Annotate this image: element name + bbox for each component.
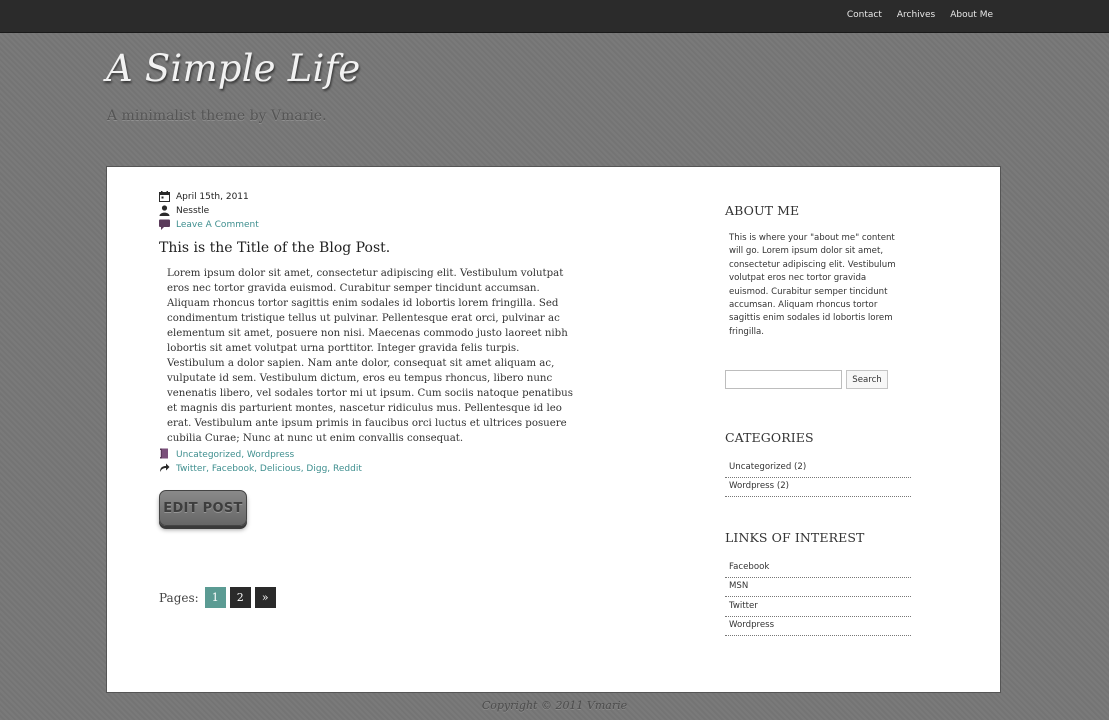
site-tagline: A minimalist theme by Vmarie. <box>107 108 327 124</box>
link-item[interactable]: Wordpress <box>725 617 911 636</box>
post-share-row: Twitter, Facebook, Delicious, Digg, Redd… <box>159 462 362 476</box>
nav-contact-link[interactable]: Contact <box>847 10 882 20</box>
content-box: April 15th, 2011 Nesstle Leave A Comment… <box>106 166 1001 693</box>
link-item[interactable]: Facebook <box>725 558 911 578</box>
post-title[interactable]: This is the Title of the Blog Post. <box>159 240 390 256</box>
post-date: April 15th, 2011 <box>176 191 249 202</box>
leave-comment-link[interactable]: Leave A Comment <box>176 220 259 230</box>
footer-copyright: Copyright © 2011 Vmarie <box>481 699 628 712</box>
search-input[interactable] <box>725 370 842 389</box>
categories-heading: CATEGORIES <box>725 430 814 445</box>
pagination: Pages: 1 2 » <box>159 587 276 608</box>
sidebar-links: LINKS OF INTEREST Facebook MSN Twitter W… <box>725 530 911 636</box>
category-item[interactable]: Wordpress (2) <box>725 478 911 497</box>
search-form: Search <box>725 370 888 389</box>
link-item[interactable]: MSN <box>725 578 911 597</box>
links-heading: LINKS OF INTEREST <box>725 530 865 545</box>
about-heading: ABOUT ME <box>725 203 800 218</box>
sidebar-categories: CATEGORIES Uncategorized (2) Wordpress (… <box>725 430 911 497</box>
share-arrow-icon <box>159 462 170 476</box>
site-title[interactable]: A Simple Life <box>106 47 361 90</box>
nav-archives-link[interactable]: Archives <box>897 10 935 20</box>
post-tags[interactable]: Uncategorized, Wordpress <box>176 450 294 460</box>
page-1-button[interactable]: 1 <box>204 587 226 608</box>
folder-icon <box>159 448 170 462</box>
search-button[interactable]: Search <box>846 370 888 389</box>
top-nav: Contact Archives About Me <box>847 10 993 20</box>
post-date-row: April 15th, 2011 <box>159 191 249 202</box>
post-comment-row: Leave A Comment <box>159 219 259 230</box>
post-share-links[interactable]: Twitter, Facebook, Delicious, Digg, Redd… <box>176 464 362 474</box>
post-author-row: Nesstle <box>159 205 209 216</box>
edit-post-button[interactable]: EDIT POST <box>159 490 247 526</box>
about-text: This is where your "about me" content wi… <box>729 233 896 337</box>
comment-icon <box>159 219 170 230</box>
post-body: Lorem ipsum dolor sit amet, consectetur … <box>167 268 573 444</box>
post-author: Nesstle <box>176 205 210 216</box>
sidebar-about: ABOUT ME This is where your "about me" c… <box>725 203 911 339</box>
links-list: Facebook MSN Twitter Wordpress <box>725 558 911 636</box>
next-page-button[interactable]: » <box>254 587 276 608</box>
category-item[interactable]: Uncategorized (2) <box>725 458 911 478</box>
nav-about-me-link[interactable]: About Me <box>950 10 993 20</box>
categories-list: Uncategorized (2) Wordpress (2) <box>725 458 911 497</box>
user-icon <box>159 205 170 216</box>
top-navigation-bar: Contact Archives About Me <box>0 0 1109 33</box>
link-item[interactable]: Twitter <box>725 597 911 617</box>
calendar-icon <box>159 191 170 202</box>
post-tags-row: Uncategorized, Wordpress <box>159 448 294 462</box>
page-2-button[interactable]: 2 <box>229 587 251 608</box>
pagination-label: Pages: <box>159 590 199 605</box>
